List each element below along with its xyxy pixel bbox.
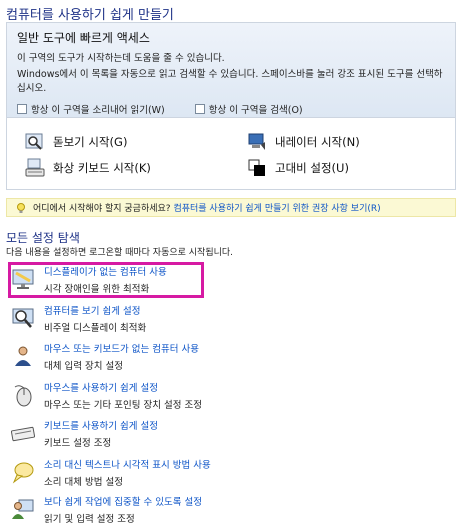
read-aloud-checkbox[interactable]: 항상 이 구역을 소리내어 읽기(W) <box>17 102 165 116</box>
setting-item-no-mouse-keyboard[interactable]: 마우스 또는 키보드가 없는 컴퓨터 사용 대체 입력 장치 설정 <box>10 343 199 374</box>
mouse-icon <box>10 382 36 408</box>
tip-bar: 어디에서 시작해야 할지 궁금하세요? 컴퓨터를 사용하기 쉽게 만들기 위한 … <box>6 198 456 217</box>
keyboard-icon <box>10 420 36 446</box>
explore-settings-title: 모든 설정 탐색 <box>6 231 80 245</box>
explore-settings-intro: 다음 내용을 설정하면 로그온할 때마다 자동으로 시작됩니다. <box>6 248 234 258</box>
keyboard-icon <box>25 158 45 178</box>
quick-access-header: 일반 도구에 빠르게 액세스 이 구역의 도구가 시작하는데 도움을 줄 수 있… <box>7 23 455 118</box>
setting-description: 소리 대체 방법 설정 <box>44 477 123 488</box>
setting-link[interactable]: 소리 대신 텍스트나 시각적 표시 방법 사용 <box>44 459 211 473</box>
page-title: 컴퓨터를 사용하기 쉽게 만들기 <box>6 8 174 23</box>
setting-item-focus[interactable]: 보다 쉽게 작업에 집중할 수 있도록 설정 읽기 및 입력 설정 조정 <box>10 496 202 527</box>
setting-description: 키보드 설정 조정 <box>44 438 112 449</box>
setting-item-mouse[interactable]: 마우스를 사용하기 쉽게 설정 마우스 또는 기타 포인팅 장치 설정 조정 <box>10 382 202 413</box>
tools-area: 돋보기 시작(G) 내레이터 시작(N) 화상 키보드 시작(K) 고대비 설정… <box>7 118 455 190</box>
high-contrast-link[interactable]: 고대비 설정(U) <box>247 158 349 178</box>
magnifier-icon <box>10 305 36 331</box>
high-contrast-icon <box>247 158 267 178</box>
scan-checkbox[interactable]: 항상 이 구역을 검색(O) <box>194 102 303 116</box>
quick-access-instructions: Windows에서 이 목록을 자동으로 읽고 검색할 수 있습니다. 스페이스… <box>17 69 443 94</box>
start-onscreen-keyboard-label: 화상 키보드 시작(K) <box>53 161 151 175</box>
setting-item-no-display[interactable]: 디스플레이가 없는 컴퓨터 사용 시각 장애인을 위한 최적화 <box>10 266 167 297</box>
read-aloud-label: 항상 이 구역을 소리내어 읽기(W) <box>31 105 165 116</box>
quick-access-panel: 일반 도구에 빠르게 액세스 이 구역의 도구가 시작하는데 도움을 줄 수 있… <box>6 22 456 190</box>
setting-item-keyboard[interactable]: 키보드를 사용하기 쉽게 설정 키보드 설정 조정 <box>10 420 158 451</box>
setting-description: 대체 입력 장치 설정 <box>44 361 123 372</box>
speech-bubble-icon <box>10 459 36 485</box>
checkbox-box[interactable] <box>194 104 205 114</box>
quick-access-title: 일반 도구에 빠르게 액세스 <box>17 31 150 45</box>
narrator-icon <box>247 132 267 152</box>
recommendations-link[interactable]: 컴퓨터를 사용하기 쉽게 만들기 위한 권장 사항 보기(R) <box>173 201 380 214</box>
start-narrator-label: 내레이터 시작(N) <box>275 135 360 149</box>
setting-link[interactable]: 디스플레이가 없는 컴퓨터 사용 <box>44 266 167 280</box>
setting-link[interactable]: 마우스 또는 키보드가 없는 컴퓨터 사용 <box>44 343 199 357</box>
start-onscreen-keyboard-link[interactable]: 화상 키보드 시작(K) <box>25 158 151 178</box>
person-icon <box>10 343 36 369</box>
quick-access-description: 이 구역의 도구가 시작하는데 도움을 줄 수 있습니다. <box>17 53 225 64</box>
setting-link[interactable]: 보다 쉽게 작업에 집중할 수 있도록 설정 <box>44 496 202 510</box>
scan-label: 항상 이 구역을 검색(O) <box>208 105 303 116</box>
setting-description: 읽기 및 입력 설정 조정 <box>44 514 135 525</box>
magnifier-icon <box>25 132 45 152</box>
setting-link[interactable]: 마우스를 사용하기 쉽게 설정 <box>44 382 202 396</box>
setting-link[interactable]: 컴퓨터를 보기 쉽게 설정 <box>44 305 146 319</box>
setting-link[interactable]: 키보드를 사용하기 쉽게 설정 <box>44 420 158 434</box>
setting-description: 시각 장애인을 위한 최적화 <box>44 284 150 295</box>
setting-item-sound-alternatives[interactable]: 소리 대신 텍스트나 시각적 표시 방법 사용 소리 대체 방법 설정 <box>10 459 211 490</box>
start-magnifier-label: 돋보기 시작(G) <box>53 135 128 149</box>
high-contrast-label: 고대비 설정(U) <box>275 161 349 175</box>
tip-text: 어디에서 시작해야 할지 궁금하세요? <box>33 204 171 214</box>
setting-item-easier-to-see[interactable]: 컴퓨터를 보기 쉽게 설정 비주얼 디스플레이 최적화 <box>10 305 146 336</box>
setting-description: 마우스 또는 기타 포인팅 장치 설정 조정 <box>44 400 202 411</box>
start-magnifier-link[interactable]: 돋보기 시작(G) <box>25 132 127 152</box>
lightbulb-icon <box>15 202 27 214</box>
focus-icon <box>10 496 36 522</box>
start-narrator-link[interactable]: 내레이터 시작(N) <box>247 132 360 152</box>
checkbox-box[interactable] <box>17 104 27 114</box>
display-icon <box>10 266 36 292</box>
setting-description: 비주얼 디스플레이 최적화 <box>44 323 147 334</box>
